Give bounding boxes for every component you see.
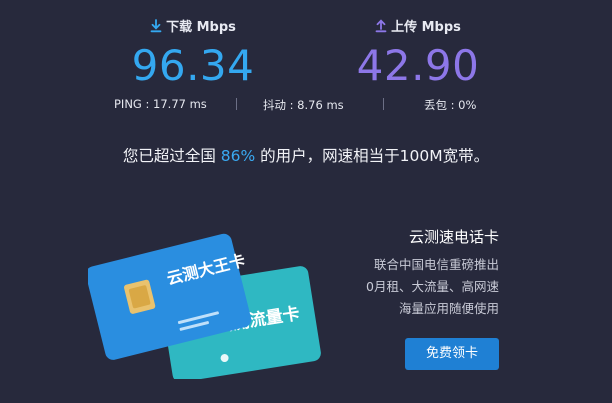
ping-stat: PING : 17.77 ms xyxy=(114,97,207,111)
upload-label: 上传 Mbps xyxy=(391,20,461,35)
promo-title: 云测速电话卡 xyxy=(408,228,499,246)
download-label: 下载 Mbps xyxy=(166,20,236,35)
download-arrow-icon xyxy=(150,19,162,33)
stats-divider xyxy=(383,98,384,110)
upload-metric: 上传 Mbps 42.90 xyxy=(318,18,518,92)
promo-line-1: 联合中国电信重磅推出 xyxy=(373,257,499,272)
get-free-card-button[interactable]: 免费领卡 xyxy=(405,338,499,370)
summary-prefix: 您已超过全国 xyxy=(122,147,221,165)
packet-loss-stat: 丢包 : 0% xyxy=(424,98,477,112)
jitter-stat: 抖动 : 8.76 ms xyxy=(263,98,344,112)
download-speed-value: 96.34 xyxy=(131,41,255,90)
summary-suffix: 的用户，网速相当于100M宽带。 xyxy=(255,147,490,165)
promo-line-2: 0月租、大流量、高网速 xyxy=(366,279,499,294)
stats-divider xyxy=(236,98,237,110)
upload-speed-value: 42.90 xyxy=(356,41,480,90)
sim-cards-illustration: 云测流量卡 云测大王卡 xyxy=(88,233,321,379)
speed-summary: 您已超过全国 86% 的用户，网速相当于100M宽带。 xyxy=(0,144,612,166)
upload-label-row: 上传 Mbps xyxy=(318,18,518,38)
summary-percent: 86% xyxy=(220,147,256,165)
upload-arrow-icon xyxy=(375,19,387,33)
stats-row: PING : 17.77 ms 抖动 : 8.76 ms 丢包 : 0% xyxy=(0,97,612,113)
download-label-row: 下载 Mbps xyxy=(93,18,293,38)
download-metric: 下载 Mbps 96.34 xyxy=(93,18,293,92)
promo-line-3: 海量应用随便使用 xyxy=(398,301,499,316)
